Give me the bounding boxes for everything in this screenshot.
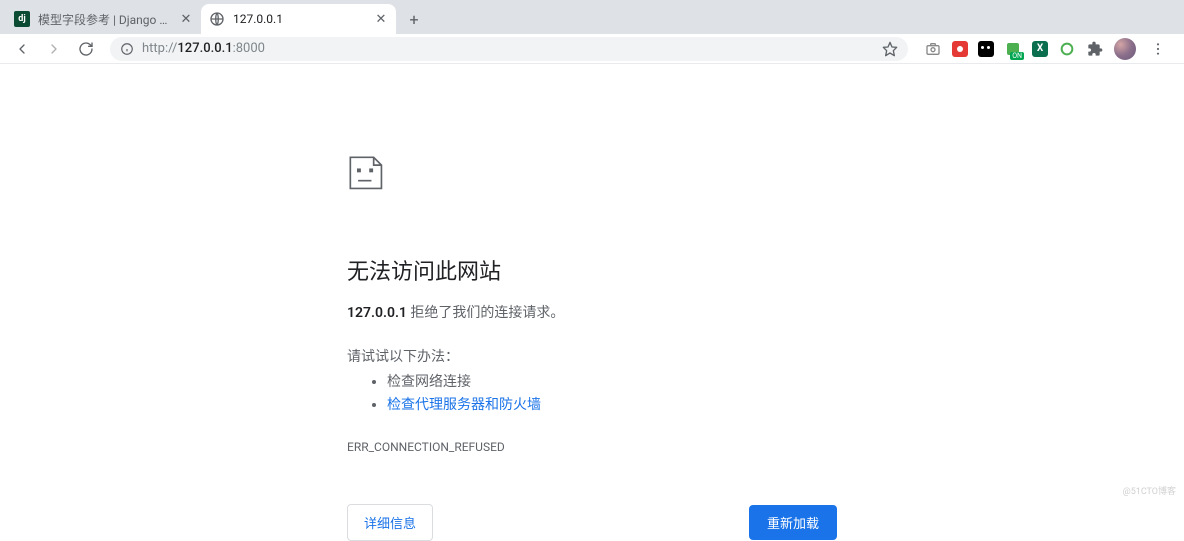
extensions-menu-icon[interactable] (1086, 40, 1104, 58)
error-title: 无法访问此网站 (347, 254, 837, 286)
proxy-firewall-link[interactable]: 检查代理服务器和防火墙 (387, 397, 541, 413)
chrome-menu-button[interactable] (1146, 37, 1170, 61)
suggestions-list: 检查网络连接 检查代理服务器和防火墙 (347, 372, 837, 416)
green-circle-extension-icon[interactable] (1058, 40, 1076, 58)
page-content: 无法访问此网站 127.0.0.1 拒绝了我们的连接请求。 请试试以下办法： 检… (0, 64, 1184, 541)
green-extension-icon[interactable]: ON (1004, 40, 1022, 58)
back-button[interactable] (8, 35, 36, 63)
error-page: 无法访问此网站 127.0.0.1 拒绝了我们的连接请求。 请试试以下办法： 检… (347, 154, 837, 541)
address-bar[interactable]: http://127.0.0.1:8000 (110, 37, 908, 61)
bookmark-star-icon[interactable] (882, 41, 898, 57)
reload-page-button[interactable]: 重新加载 (749, 505, 837, 540)
profile-avatar[interactable] (1114, 38, 1136, 60)
suggestion-check-proxy: 检查代理服务器和防火墙 (387, 395, 837, 416)
url-protocol: http:// (142, 41, 177, 56)
url-host: 127.0.0.1 (177, 41, 232, 56)
try-label: 请试试以下办法： (347, 346, 837, 366)
watermark: @51CTO博客 (1123, 484, 1176, 497)
x-extension-icon[interactable]: X (1032, 41, 1048, 57)
reload-button[interactable] (72, 35, 100, 63)
tab-django-docs[interactable]: dj 模型字段参考 | Django 文档 | D ✕ (6, 4, 201, 34)
error-refused-text: 拒绝了我们的连接请求。 (407, 305, 564, 321)
forward-button[interactable] (40, 35, 68, 63)
error-code: ERR_CONNECTION_REFUSED (347, 440, 837, 454)
globe-favicon-icon (209, 11, 225, 27)
suggestion-check-network: 检查网络连接 (387, 372, 837, 393)
toolbar: http://127.0.0.1:8000 ON X (0, 34, 1184, 64)
camera-extension-icon[interactable] (924, 40, 942, 58)
button-row: 详细信息 重新加载 (347, 504, 837, 541)
error-host: 127.0.0.1 (347, 305, 407, 321)
django-favicon-icon: dj (14, 11, 30, 27)
error-message: 127.0.0.1 拒绝了我们的连接请求。 (347, 302, 837, 322)
new-tab-button[interactable]: + (400, 5, 428, 33)
extension-on-badge: ON (1010, 52, 1024, 60)
black-extension-icon[interactable] (978, 41, 994, 57)
close-icon[interactable]: ✕ (179, 12, 193, 26)
close-icon[interactable]: ✕ (374, 12, 388, 26)
red-extension-icon[interactable] (952, 41, 968, 57)
tab-localhost[interactable]: 127.0.0.1 ✕ (201, 4, 396, 34)
sad-page-icon (347, 154, 419, 226)
url-port: :8000 (233, 41, 265, 56)
extension-icons: ON X (918, 37, 1176, 61)
tab-strip: dj 模型字段参考 | Django 文档 | D ✕ 127.0.0.1 ✕ … (0, 0, 1184, 34)
tab-title: 模型字段参考 | Django 文档 | D (38, 11, 175, 28)
tab-title: 127.0.0.1 (233, 12, 370, 26)
details-button[interactable]: 详细信息 (347, 504, 433, 541)
site-info-icon[interactable] (120, 42, 134, 56)
